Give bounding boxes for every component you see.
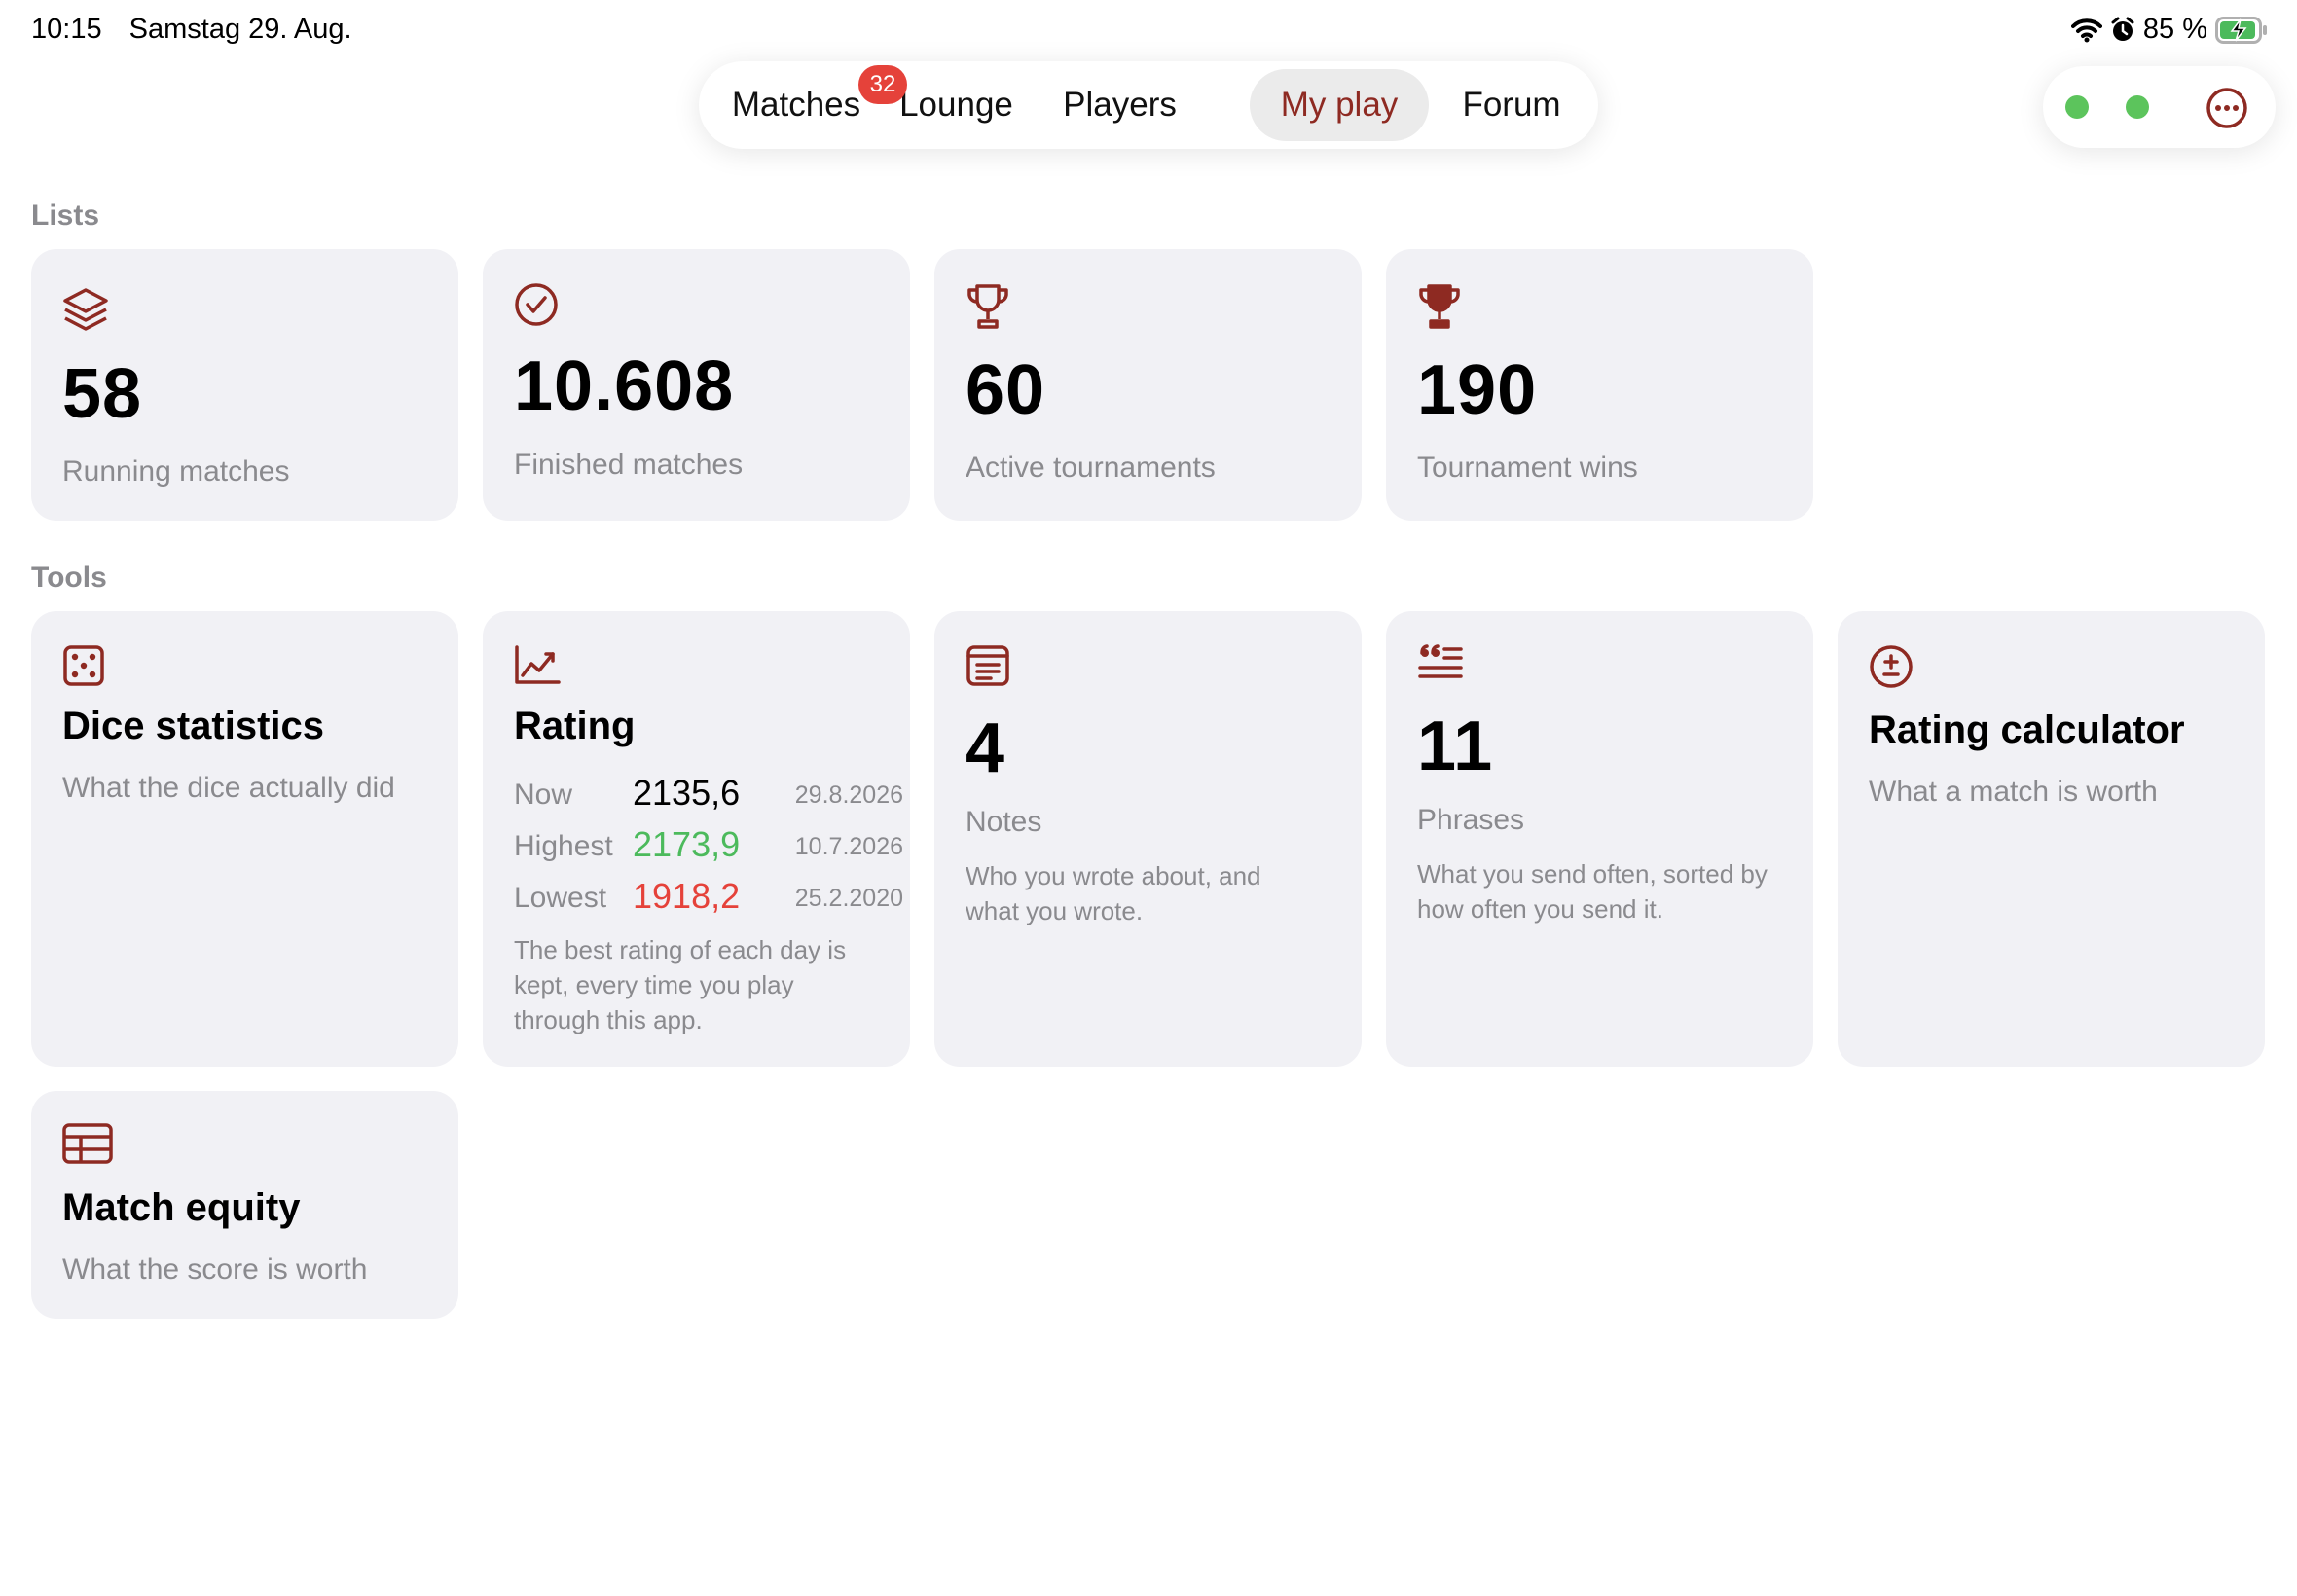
tab-lounge[interactable]: Lounge xyxy=(886,69,1027,141)
trophy-outline-icon xyxy=(966,282,1010,336)
plus-minus-icon xyxy=(1869,644,1914,694)
match-equity-title: Match equity xyxy=(62,1186,301,1229)
tab-matches[interactable]: Matches xyxy=(720,69,872,141)
rating-note: The best rating of each day is kept, eve… xyxy=(514,935,847,1034)
rating-calculator-title: Rating calculator xyxy=(1869,708,2185,751)
dice-statistics-subtitle: What the dice actually did xyxy=(62,772,395,804)
card-rating-calculator[interactable]: Rating calculator What a match is worth xyxy=(1838,611,2265,1067)
phrases-count: 11 xyxy=(1417,707,1494,785)
status-indicator xyxy=(2065,95,2089,119)
finished-matches-count: 10.608 xyxy=(514,347,735,425)
tournament-wins-label: Tournament wins xyxy=(1417,452,1638,484)
tab-forum[interactable]: Forum xyxy=(1443,69,1580,141)
running-matches-count: 58 xyxy=(62,355,143,433)
rating-now-value: 2135,6 xyxy=(633,773,741,813)
checkmark-circle-icon xyxy=(514,282,559,332)
chart-icon xyxy=(514,644,561,690)
rating-now-label: Now xyxy=(514,779,573,811)
card-tournament-wins[interactable]: 190 Tournament wins xyxy=(1386,249,1813,521)
rating-lowest-date: 25.2.2020 xyxy=(794,885,903,912)
match-equity-subtitle: What the score is worth xyxy=(62,1253,368,1286)
notes-icon xyxy=(966,644,1010,692)
card-rating[interactable]: Rating Now 2135,6 29.8.2026 Highest 2173… xyxy=(483,611,910,1067)
status-icons: 85 % xyxy=(2070,14,2268,46)
card-dice-statistics[interactable]: Dice statistics What the dice actually d… xyxy=(31,611,458,1067)
rating-lowest-value: 1918,2 xyxy=(633,876,741,916)
trophy-filled-icon xyxy=(1417,282,1462,336)
card-finished-matches[interactable]: 10.608 Finished matches xyxy=(483,249,910,521)
card-running-matches[interactable]: 58 Running matches xyxy=(31,249,458,521)
tournament-wins-count: 190 xyxy=(1417,351,1538,429)
phrases-label: Phrases xyxy=(1417,804,1525,836)
tab-my-play[interactable]: My play xyxy=(1250,69,1429,141)
rating-row-now: Now 2135,6 29.8.2026 xyxy=(514,773,903,816)
card-phrases[interactable]: 11 Phrases What you send often, sorted b… xyxy=(1386,611,1813,1067)
rating-highest-label: Highest xyxy=(514,830,613,862)
table-icon xyxy=(62,1123,113,1169)
rating-row-highest: Highest 2173,9 10.7.2026 xyxy=(514,824,903,867)
phrases-description: What you send often, sorted by how often… xyxy=(1417,859,1768,924)
alarm-icon xyxy=(2110,17,2135,44)
rating-highest-value: 2173,9 xyxy=(633,824,741,864)
active-tournaments-label: Active tournaments xyxy=(966,452,1216,484)
battery-percentage: 85 % xyxy=(2142,14,2207,45)
quote-icon xyxy=(1417,644,1464,690)
status-bar: 10:15 Samstag 29. Aug. 85 % xyxy=(0,0,2297,62)
status-time-date: 10:15 Samstag 29. Aug. xyxy=(31,14,352,46)
card-active-tournaments[interactable]: 60 Active tournaments xyxy=(934,249,1362,521)
rating-highest-date: 10.7.2026 xyxy=(794,833,903,860)
finished-matches-label: Finished matches xyxy=(514,449,744,481)
rating-title: Rating xyxy=(514,705,636,747)
section-label-lists: Lists xyxy=(31,200,100,232)
battery-charging-icon xyxy=(2215,16,2268,44)
status-indicator xyxy=(2126,95,2149,119)
dice-icon xyxy=(62,644,105,692)
rating-now-date: 29.8.2026 xyxy=(794,781,903,809)
rating-calculator-subtitle: What a match is worth xyxy=(1869,776,2158,808)
more-icon[interactable] xyxy=(2206,87,2248,134)
active-tournaments-count: 60 xyxy=(966,351,1046,429)
stack-icon xyxy=(62,286,109,338)
notes-label: Notes xyxy=(966,806,1042,838)
section-label-tools: Tools xyxy=(31,562,107,594)
status-time: 10:15 xyxy=(31,14,102,45)
top-right-controls xyxy=(2043,66,2276,148)
card-match-equity[interactable]: Match equity What the score is worth xyxy=(31,1091,458,1319)
rating-row-lowest: Lowest 1918,2 25.2.2020 xyxy=(514,876,903,919)
tab-bar: Matches Lounge Players My play Forum xyxy=(699,61,1598,149)
running-matches-label: Running matches xyxy=(62,455,290,488)
matches-badge: 32 xyxy=(858,65,907,104)
notes-description: Who you wrote about, and what you wrote. xyxy=(966,861,1261,925)
status-date: Samstag 29. Aug. xyxy=(128,14,352,45)
notes-count: 4 xyxy=(966,709,1006,787)
wifi-icon xyxy=(2070,18,2102,43)
rating-lowest-label: Lowest xyxy=(514,882,607,914)
dice-statistics-title: Dice statistics xyxy=(62,705,325,747)
card-notes[interactable]: 4 Notes Who you wrote about, and what yo… xyxy=(934,611,1362,1067)
tab-players[interactable]: Players xyxy=(1044,69,1195,141)
